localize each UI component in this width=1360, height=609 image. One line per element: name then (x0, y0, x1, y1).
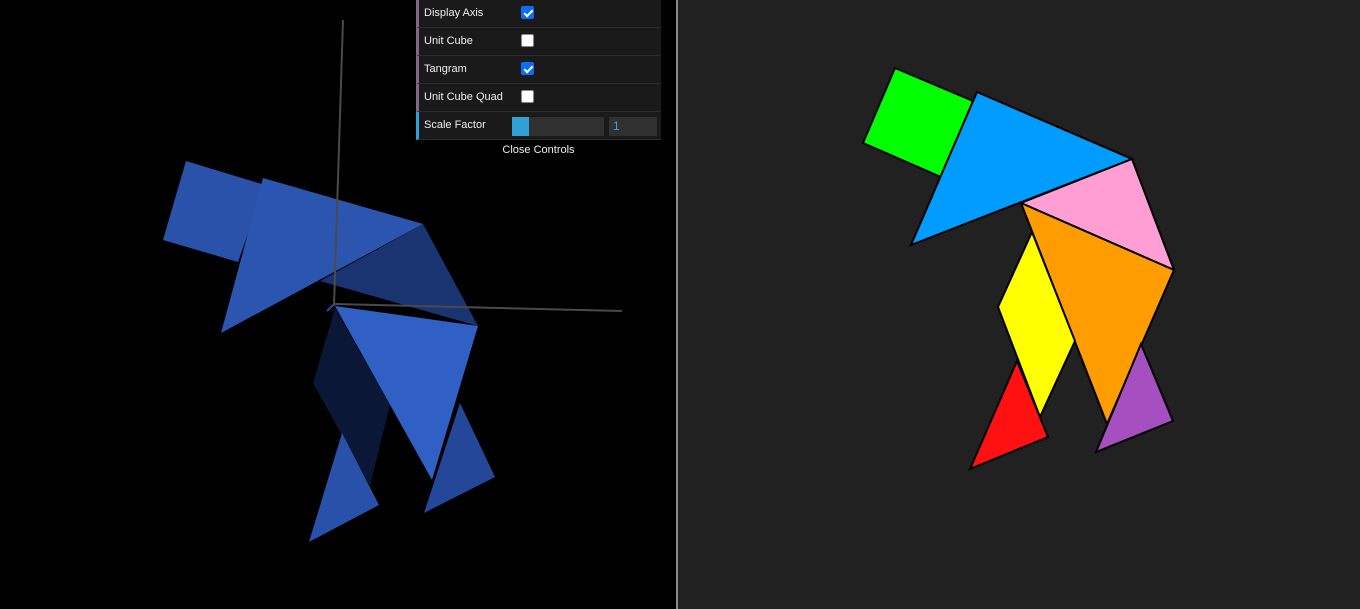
z-axis (326, 303, 335, 312)
3d-viewport[interactable]: Display Axis Unit Cube Tangram Unit Cube… (0, 0, 676, 609)
control-unit-cube-quad[interactable]: Unit Cube Quad (416, 84, 661, 112)
display-axis-label: Display Axis (424, 7, 484, 19)
unit-cube-quad-checkbox[interactable] (521, 90, 534, 103)
scale-factor-slider-fill (512, 117, 529, 136)
control-display-axis[interactable]: Display Axis (416, 0, 661, 28)
controls-panel: Display Axis Unit Cube Tangram Unit Cube… (416, 0, 661, 160)
tangram-checkbox[interactable] (521, 62, 534, 75)
scale-factor-slider[interactable] (512, 117, 604, 136)
close-controls-button[interactable]: Close Controls (416, 140, 661, 160)
unit-cube-label: Unit Cube (424, 35, 473, 47)
scale-factor-input[interactable]: 1 (609, 117, 657, 136)
control-scale-factor[interactable]: Scale Factor 1 (416, 112, 661, 140)
display-axis-checkbox[interactable] (521, 6, 534, 19)
tangram-label: Tangram (424, 63, 467, 75)
x-axis (333, 303, 623, 312)
control-unit-cube[interactable]: Unit Cube (416, 28, 661, 56)
control-tangram[interactable]: Tangram (416, 56, 661, 84)
tangram-2d-scene (861, 66, 1176, 471)
unit-cube-checkbox[interactable] (521, 34, 534, 47)
unit-cube-quad-label: Unit Cube Quad (424, 91, 503, 103)
2d-viewport[interactable] (678, 0, 1360, 609)
scale-factor-label: Scale Factor (424, 119, 486, 131)
